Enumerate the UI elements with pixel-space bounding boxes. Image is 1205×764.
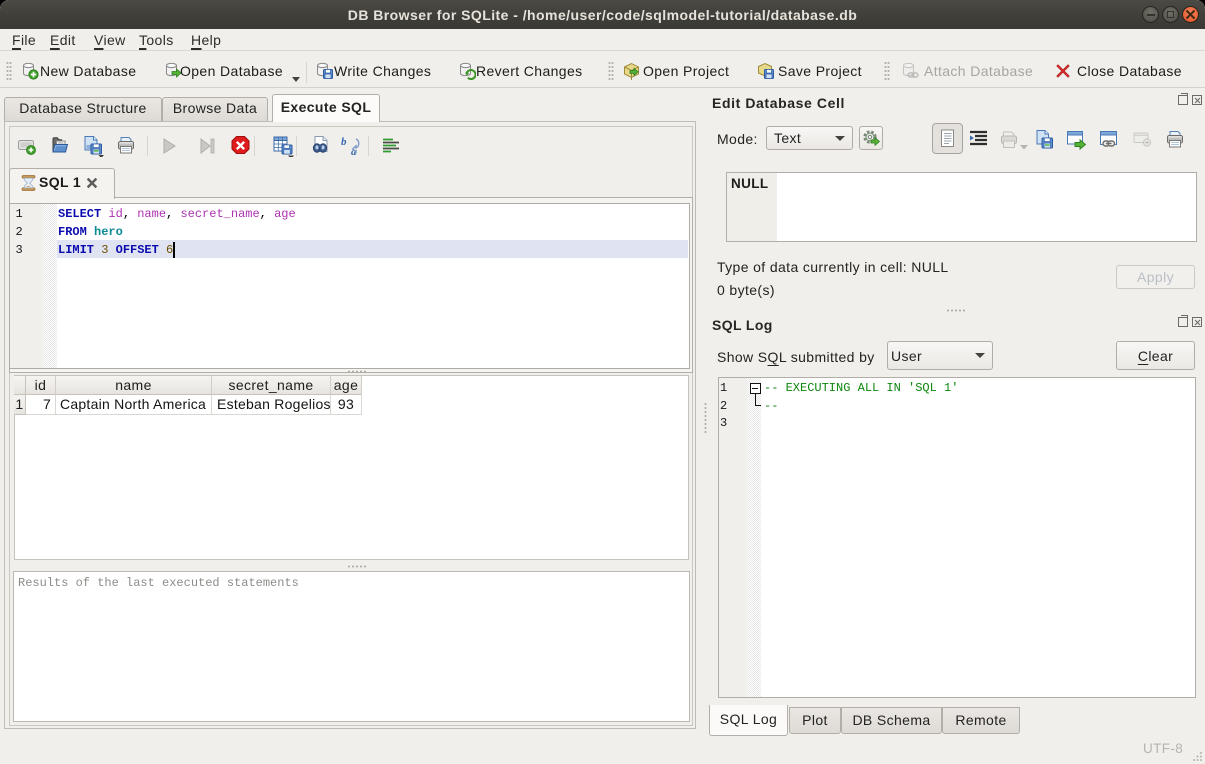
svg-text:b: b [341, 136, 347, 148]
